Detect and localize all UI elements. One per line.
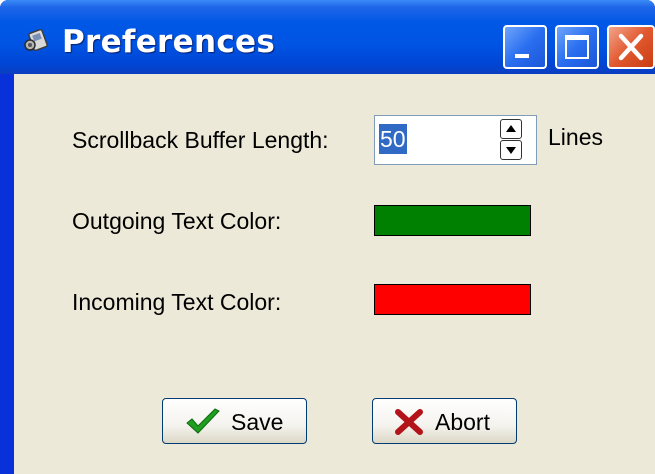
x-mark-icon: [395, 409, 423, 440]
close-icon: [618, 33, 644, 61]
abort-button[interactable]: Abort: [372, 398, 517, 444]
scrollback-label: Scrollback Buffer Length:: [72, 127, 329, 153]
save-label: Save: [231, 409, 284, 435]
minimize-button[interactable]: [503, 25, 547, 69]
abort-label: Abort: [435, 409, 490, 435]
dialog-body: Scrollback Buffer Length: 50 Lines Outgo…: [14, 74, 655, 474]
arrow-up-icon: [506, 125, 516, 132]
minimize-icon: [515, 54, 529, 58]
checkmark-icon: [185, 408, 221, 441]
outgoing-color-swatch[interactable]: [374, 205, 531, 236]
incoming-color-swatch[interactable]: [374, 284, 531, 315]
incoming-color-label: Incoming Text Color:: [72, 289, 282, 315]
window-title: Preferences: [62, 24, 276, 60]
preferences-window: Preferences Scrollback Buffer Length: 50: [0, 0, 655, 474]
outgoing-color-label: Outgoing Text Color:: [72, 208, 282, 234]
lines-unit-label: Lines: [548, 124, 603, 150]
app-icon: [22, 28, 52, 54]
spinner-down-button[interactable]: [500, 140, 522, 160]
spinner-up-button[interactable]: [500, 119, 522, 139]
maximize-button[interactable]: [555, 25, 599, 69]
save-button[interactable]: Save: [162, 398, 307, 444]
arrow-down-icon: [506, 147, 516, 154]
maximize-icon: [565, 35, 589, 59]
close-button[interactable]: [607, 25, 655, 69]
scrollback-value[interactable]: 50: [379, 124, 407, 154]
title-bar[interactable]: Preferences: [0, 0, 655, 74]
